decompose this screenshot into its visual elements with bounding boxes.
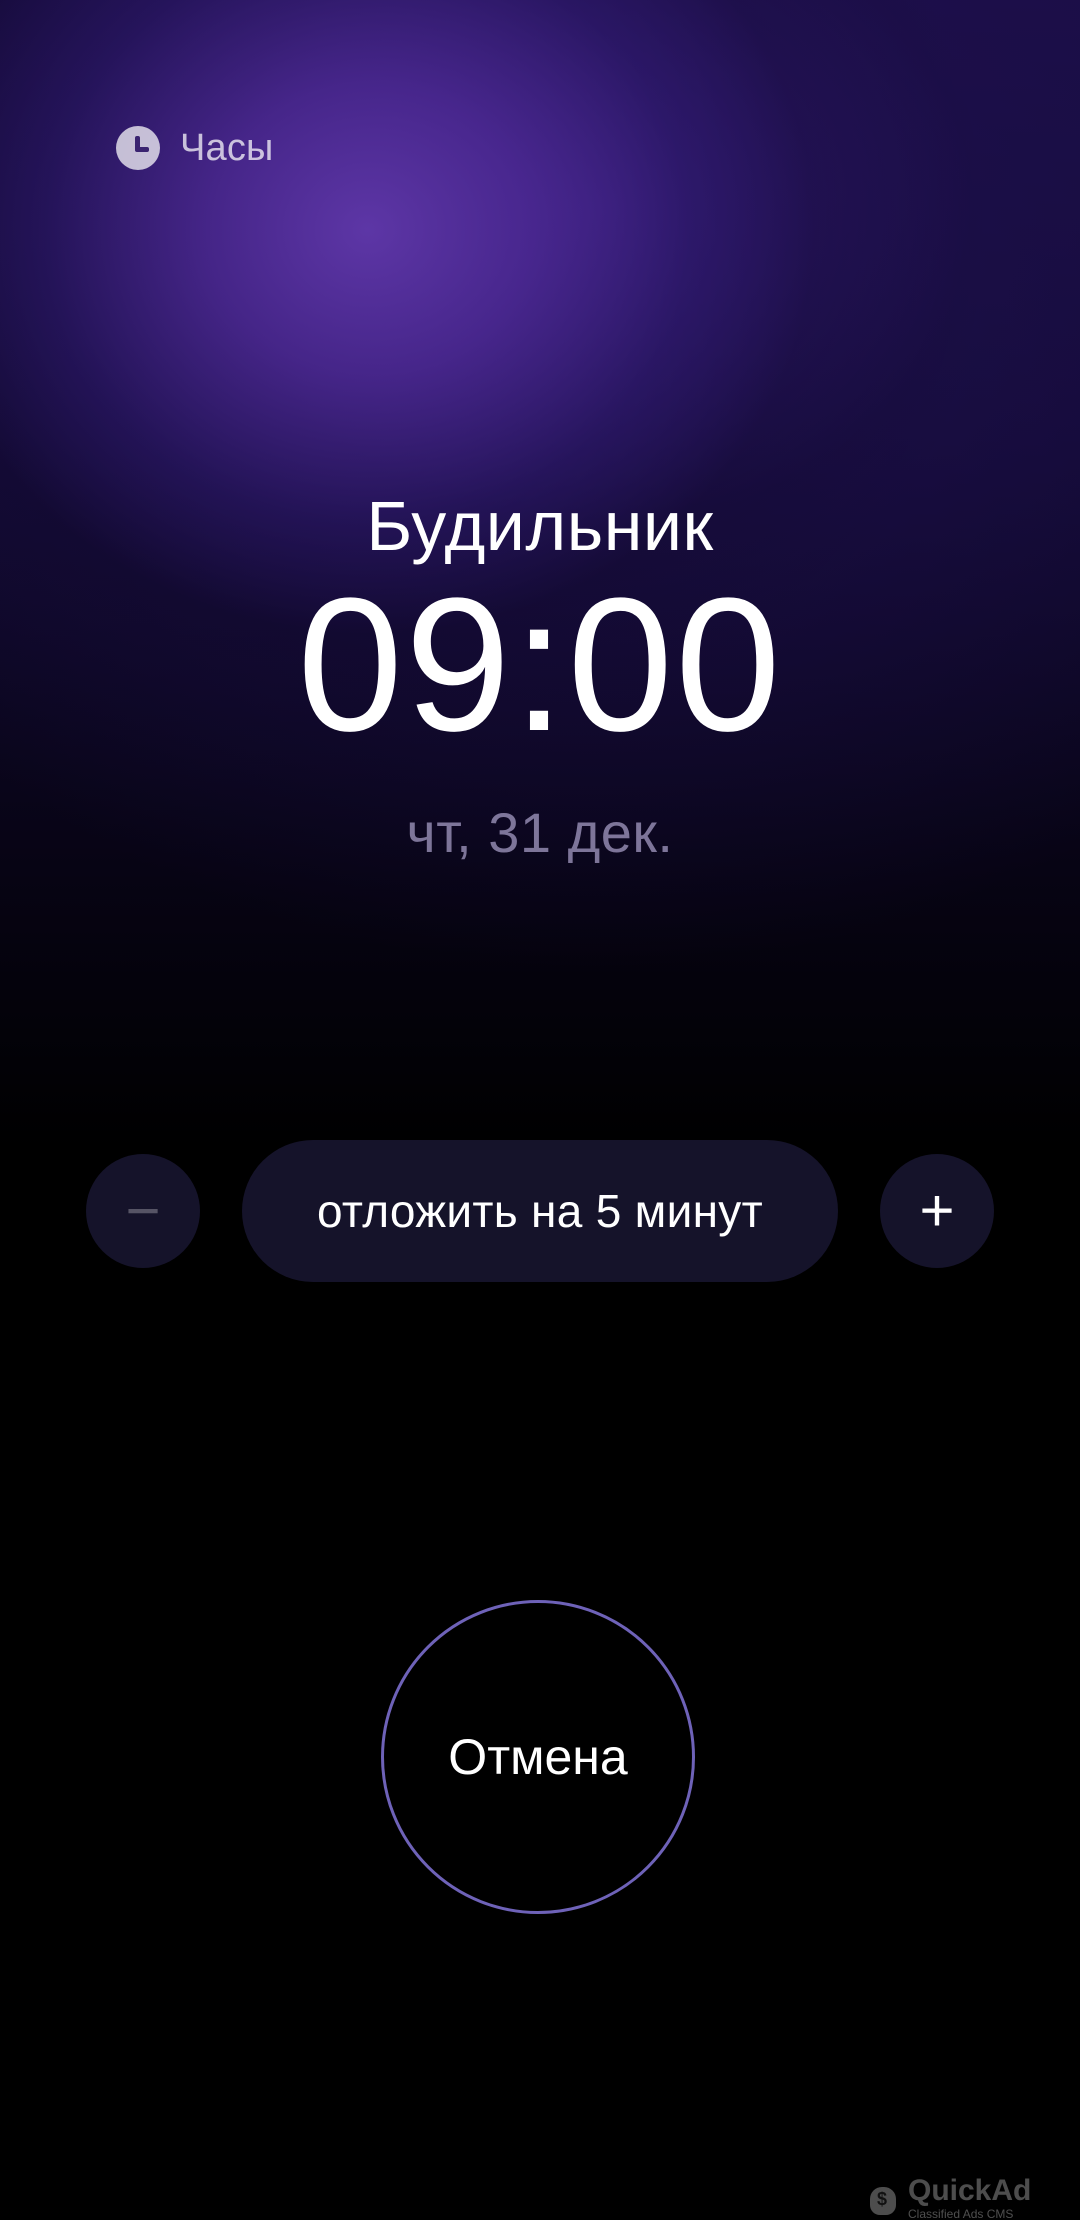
snooze-button[interactable]: отложить на 5 минут — [242, 1140, 838, 1282]
cancel-label: Отмена — [448, 1729, 628, 1785]
app-name: Часы — [180, 126, 274, 169]
money-bag-icon — [866, 2179, 900, 2217]
plus-icon: + — [919, 1177, 955, 1244]
alarm-time: 09:00 — [297, 559, 783, 771]
alarm-title: Будильник — [366, 487, 714, 565]
increase-snooze-button[interactable]: + — [880, 1154, 994, 1268]
snooze-label: отложить на 5 минут — [317, 1185, 763, 1237]
watermark: QuickAd Classified Ads CMS — [866, 2176, 1031, 2220]
clock-icon — [116, 126, 160, 170]
minus-icon: − — [125, 1177, 161, 1244]
cancel-alarm-button[interactable]: Отмена — [381, 1600, 695, 1914]
watermark-brand: QuickAd — [908, 2174, 1032, 2207]
decrease-snooze-button[interactable]: − — [86, 1154, 200, 1268]
watermark-text: QuickAd Classified Ads CMS — [908, 2176, 1031, 2220]
alarm-date: чт, 31 дек. — [406, 801, 674, 864]
app-header: Часы — [116, 126, 274, 170]
snooze-controls: − отложить на 5 минут + — [0, 1140, 1080, 1282]
watermark-subtitle: Classified Ads CMS — [908, 2207, 1014, 2220]
